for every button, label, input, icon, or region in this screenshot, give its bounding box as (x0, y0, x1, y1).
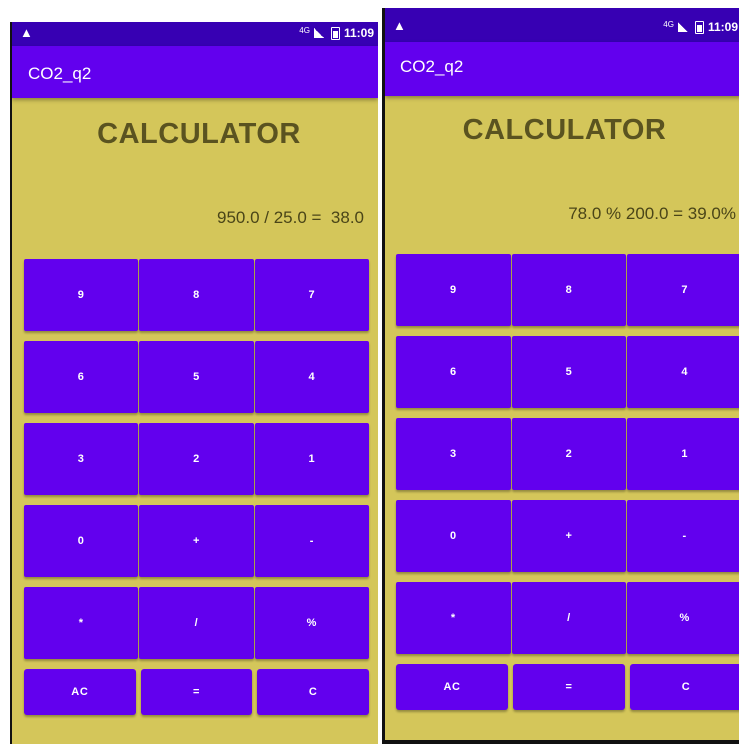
phone-screen-left: ▲ 4G 11:09 CO2_q2 CALCULATOR 950.0 / 25.… (10, 22, 378, 744)
key-row: 0 + - (24, 505, 369, 577)
battery-icon (330, 26, 340, 40)
key-0-button[interactable]: 0 (396, 500, 511, 572)
calculator-heading: CALCULATOR (97, 118, 301, 150)
app-bar: CO2_q2 (12, 46, 378, 98)
all-clear-button[interactable]: AC (24, 669, 136, 715)
app-title: CO2_q2 (400, 57, 464, 76)
minus-button[interactable]: - (254, 505, 369, 577)
key-3-button[interactable]: 3 (396, 418, 511, 490)
clear-button[interactable]: C (630, 664, 739, 710)
plus-button[interactable]: + (511, 500, 627, 572)
multiply-button[interactable]: * (24, 587, 139, 659)
key-1-button[interactable]: 1 (254, 423, 369, 495)
key-7-button[interactable]: 7 (627, 254, 739, 326)
percent-button[interactable]: % (627, 582, 739, 654)
network-type: 4G (663, 19, 674, 29)
key-1-button[interactable]: 1 (627, 418, 739, 490)
warning-icon: ▲ (20, 25, 33, 40)
status-time: 11:09 (343, 26, 374, 40)
key-row: 9 8 7 (24, 259, 369, 331)
signal-icon (677, 22, 688, 32)
key-row: AC = C (396, 664, 739, 710)
key-8-button[interactable]: 8 (139, 259, 254, 331)
keypad: 9 8 7 6 5 4 3 2 1 0 + - * / % AC = C (396, 254, 739, 720)
key-row: * / % (396, 582, 739, 654)
key-4-button[interactable]: 4 (254, 341, 369, 413)
key-row: AC = C (24, 669, 370, 715)
key-row: 6 5 4 (396, 336, 739, 408)
key-row: 6 5 4 (24, 341, 369, 413)
key-6-button[interactable]: 6 (396, 336, 511, 408)
result-display: 950.0 / 25.0 = 38.0 (217, 208, 364, 227)
key-9-button[interactable]: 9 (24, 259, 139, 331)
all-clear-button[interactable]: AC (396, 664, 508, 710)
key-2-button[interactable]: 2 (511, 418, 627, 490)
percent-button[interactable]: % (254, 587, 369, 659)
phone-screen-right: ▲ 4G 11:09 CO2_q2 CALCULATOR 78.0 % 200.… (382, 8, 739, 744)
battery-icon (694, 20, 704, 34)
key-0-button[interactable]: 0 (24, 505, 139, 577)
minus-button[interactable]: - (627, 500, 739, 572)
key-8-button[interactable]: 8 (511, 254, 627, 326)
screenshot-collage: ▲ 4G 11:09 CO2_q2 CALCULATOR 950.0 / 25.… (0, 0, 739, 744)
plus-button[interactable]: + (139, 505, 254, 577)
key-row: 3 2 1 (24, 423, 369, 495)
warning-icon: ▲ (393, 18, 406, 33)
network-type: 4G (299, 25, 310, 35)
key-row: * / % (24, 587, 369, 659)
result-display: 78.0 % 200.0 = 39.0% (568, 204, 736, 223)
key-row: 0 + - (396, 500, 739, 572)
divide-button[interactable]: / (139, 587, 254, 659)
key-6-button[interactable]: 6 (24, 341, 139, 413)
key-2-button[interactable]: 2 (139, 423, 254, 495)
key-9-button[interactable]: 9 (396, 254, 511, 326)
divide-button[interactable]: / (511, 582, 627, 654)
key-5-button[interactable]: 5 (511, 336, 627, 408)
status-bar: ▲ 4G 11:09 (385, 8, 739, 42)
clear-button[interactable]: C (257, 669, 370, 715)
status-bar: ▲ 4G 11:09 (12, 22, 378, 46)
key-7-button[interactable]: 7 (254, 259, 369, 331)
calculator-heading: CALCULATOR (462, 114, 667, 146)
app-title: CO2_q2 (28, 64, 92, 83)
app-bar: CO2_q2 (385, 42, 739, 96)
signal-icon (313, 28, 324, 38)
key-3-button[interactable]: 3 (24, 423, 139, 495)
key-5-button[interactable]: 5 (139, 341, 254, 413)
keypad: 9 8 7 6 5 4 3 2 1 0 + - * / % AC = C (24, 259, 370, 725)
multiply-button[interactable]: * (396, 582, 511, 654)
status-indicators: 4G 11:09 (663, 19, 738, 35)
key-row: 3 2 1 (396, 418, 739, 490)
status-indicators: 4G 11:09 (299, 25, 374, 41)
equals-button[interactable]: = (513, 664, 625, 710)
key-4-button[interactable]: 4 (627, 336, 739, 408)
key-row: 9 8 7 (396, 254, 739, 326)
equals-button[interactable]: = (140, 669, 253, 715)
status-time: 11:09 (707, 20, 738, 34)
